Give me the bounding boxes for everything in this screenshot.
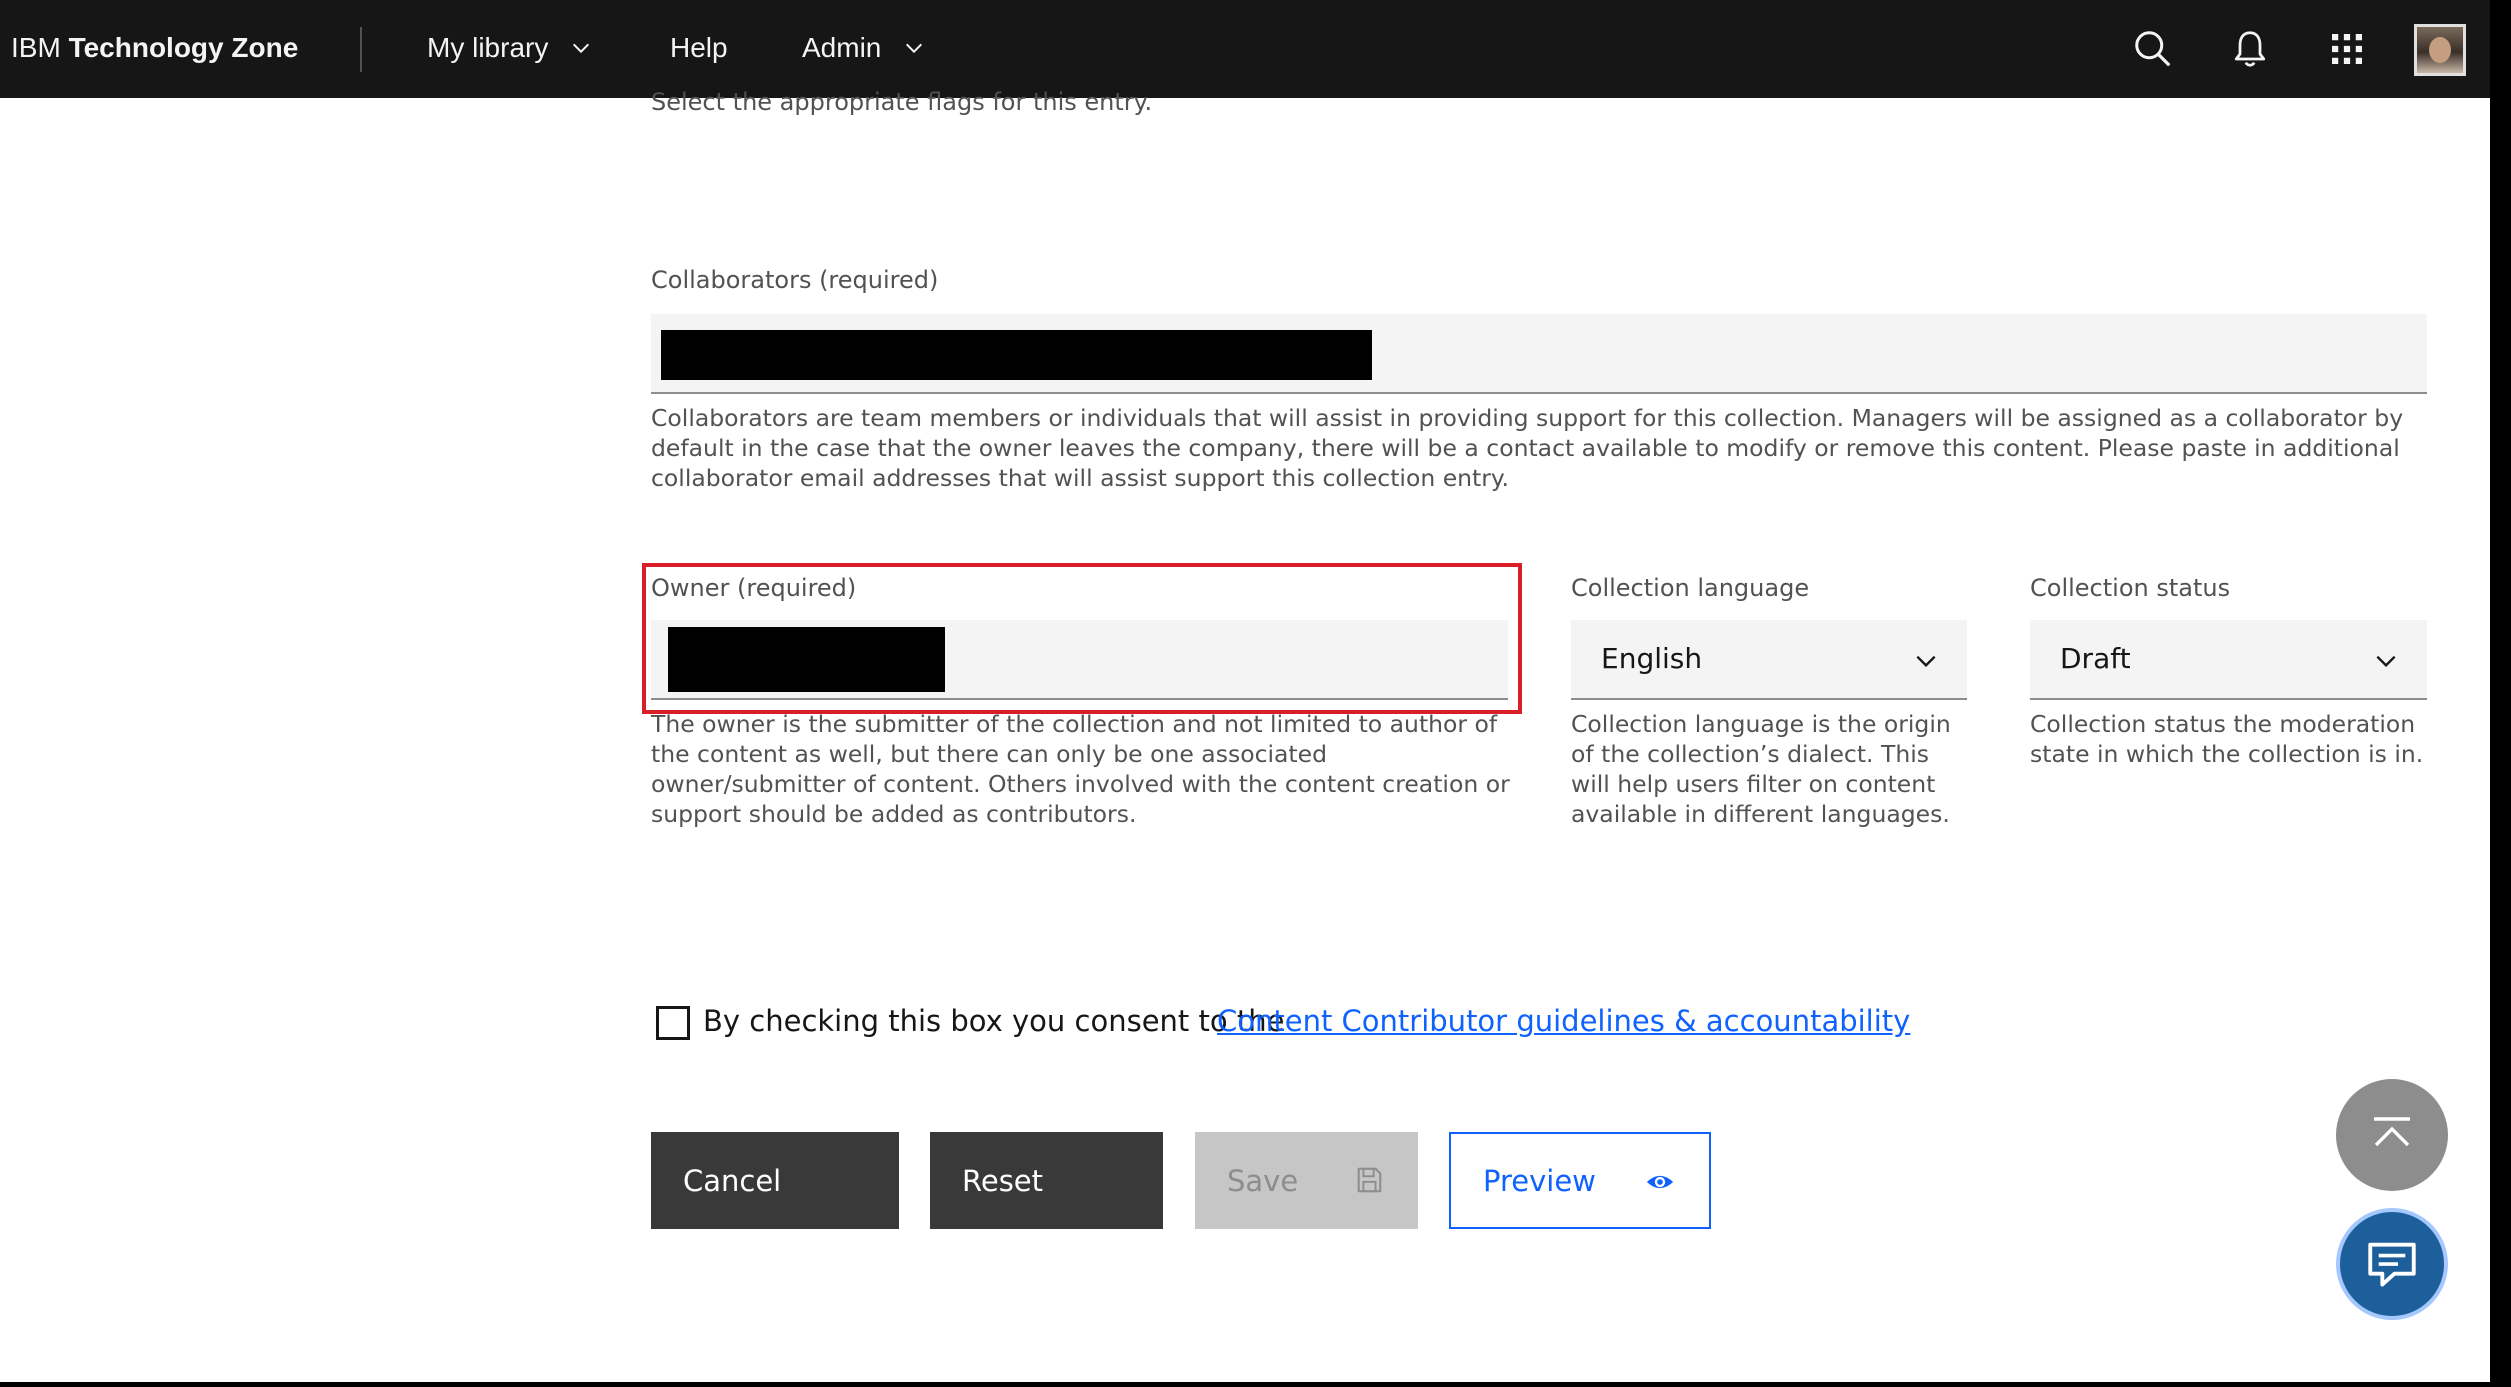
- chat-support-button[interactable]: [2336, 1208, 2448, 1320]
- notification-icon[interactable]: [2227, 26, 2273, 72]
- window-edge: [2490, 0, 2511, 1387]
- search-icon[interactable]: [2130, 26, 2176, 72]
- save-button-label: Save: [1227, 1163, 1299, 1198]
- save-icon: [1357, 1167, 1382, 1193]
- header-divider: [360, 27, 362, 72]
- collection-language-select[interactable]: English: [1571, 620, 1967, 700]
- chevron-down-icon: [906, 43, 923, 54]
- collection-status-select[interactable]: Draft: [2030, 620, 2427, 700]
- flags-helper-text: Select the appropriate flags for this en…: [651, 88, 1153, 116]
- back-to-top-button[interactable]: [2336, 1079, 2448, 1191]
- collection-language-label: Collection language: [1571, 574, 1810, 602]
- save-button[interactable]: Save: [1195, 1132, 1418, 1229]
- nav-admin[interactable]: Admin: [802, 32, 925, 64]
- chevron-down-icon: [1916, 655, 1936, 668]
- contributor-guidelines-link[interactable]: Content Contributor guidelines & account…: [1217, 1004, 1910, 1038]
- collection-language-value: English: [1601, 642, 1703, 675]
- nav-admin-label: Admin: [802, 32, 882, 63]
- collaborators-input[interactable]: [651, 314, 2427, 394]
- nav-help-label: Help: [670, 32, 728, 63]
- owner-helper-text: The owner is the submitter of the collec…: [651, 710, 1510, 828]
- nav-help[interactable]: Help: [670, 32, 728, 64]
- chat-icon: [2368, 1242, 2416, 1287]
- app-switcher-icon[interactable]: [2324, 26, 2370, 72]
- brand-logo[interactable]: IBM Technology Zone: [11, 32, 298, 64]
- owner-highlight-box: [642, 563, 1522, 714]
- brand-name: Technology Zone: [68, 32, 299, 63]
- eye-icon: [1646, 1175, 1674, 1189]
- page-viewport: IBM Technology Zone My library Help Admi…: [0, 0, 2490, 1382]
- user-avatar[interactable]: [2414, 24, 2466, 76]
- arrow-up-to-top-icon: [2374, 1117, 2410, 1147]
- cancel-button[interactable]: Cancel: [651, 1132, 899, 1229]
- cancel-button-label: Cancel: [683, 1163, 782, 1198]
- chevron-down-icon: [2376, 655, 2396, 668]
- collection-status-label: Collection status: [2030, 574, 2231, 602]
- preview-button-label: Preview: [1483, 1163, 1596, 1198]
- collection-language-helper-text: Collection language is the origin of the…: [1571, 710, 1951, 828]
- nav-my-library-label: My library: [427, 32, 549, 63]
- consent-checkbox[interactable]: [656, 1006, 690, 1040]
- redacted-value: [661, 330, 1372, 380]
- reset-button[interactable]: Reset: [930, 1132, 1163, 1229]
- collection-status-value: Draft: [2060, 642, 2131, 675]
- chevron-down-icon: [573, 43, 590, 54]
- reset-button-label: Reset: [962, 1163, 1044, 1198]
- consent-text: By checking this box you consent to the: [703, 1004, 1285, 1038]
- top-header: IBM Technology Zone My library Help Admi…: [0, 0, 2490, 98]
- collection-status-helper-text: Collection status the moderation state i…: [2030, 710, 2424, 768]
- collaborators-helper-text: Collaborators are team members or indivi…: [651, 404, 2404, 492]
- collaborators-label: Collaborators (required): [651, 266, 939, 294]
- nav-my-library[interactable]: My library: [427, 32, 592, 64]
- brand-prefix: IBM: [11, 32, 61, 63]
- preview-button[interactable]: Preview: [1449, 1132, 1711, 1229]
